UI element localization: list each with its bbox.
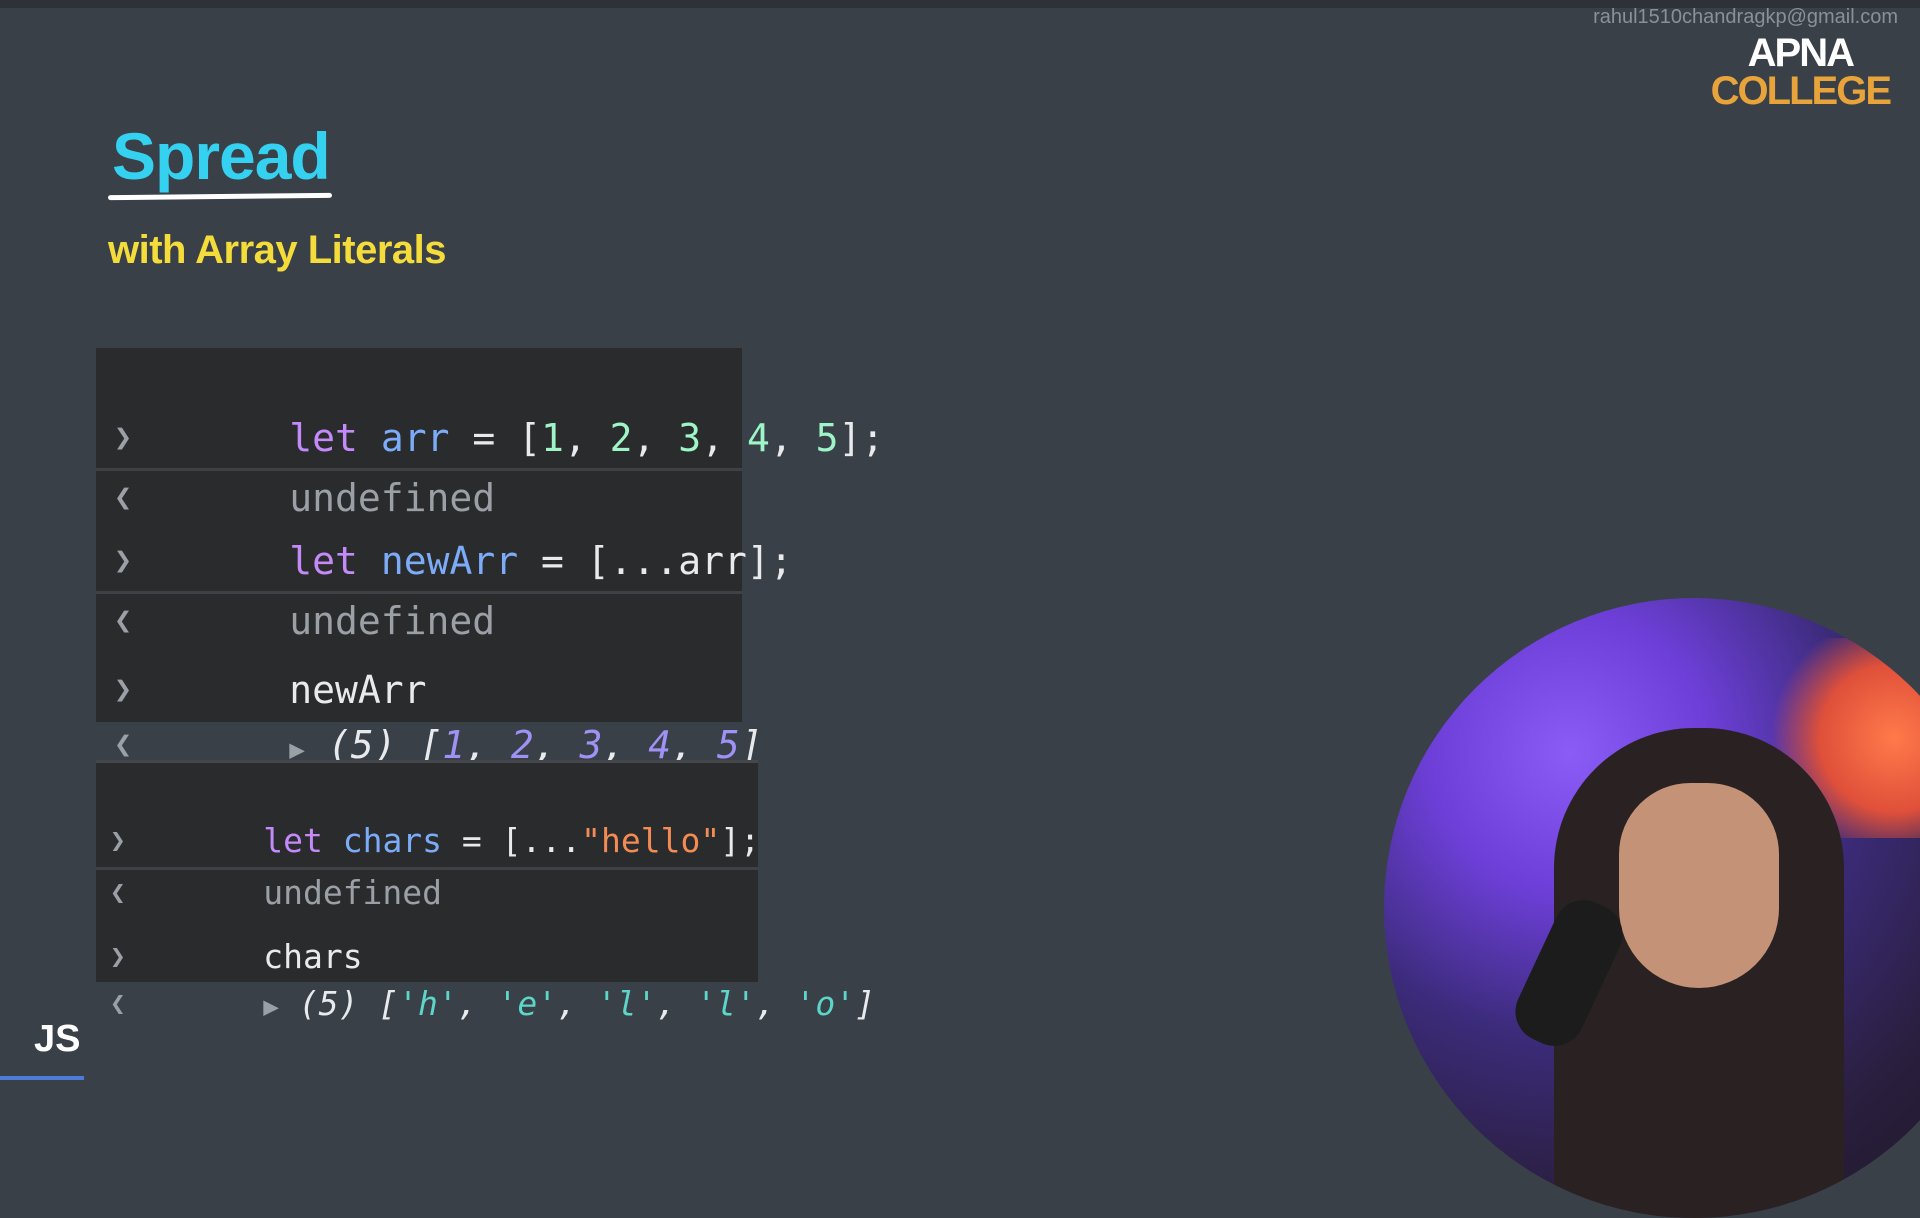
array-item: 'l': [696, 984, 756, 1023]
array-item: 'e': [497, 984, 558, 1023]
array-item: 'h': [398, 984, 458, 1023]
console-entry: ❯ let chars = [..."hello"]; ❮ undefined: [96, 763, 760, 912]
bracket: ];: [838, 416, 885, 460]
watermark-email: rahul1510chandragkp@gmail.com: [1593, 6, 1898, 28]
console-input-line: ❯ let arr = [1, 2, 3, 4, 5];: [96, 348, 884, 460]
array-item: 'l': [596, 984, 657, 1023]
console-input-line: ❯ let chars = [..."hello"];: [96, 763, 760, 860]
comma: ,: [656, 984, 697, 1023]
title-underline: [107, 192, 333, 201]
logo-line-2: COLLEGE: [1710, 69, 1892, 113]
console-entry: ❯ let arr = [1, 2, 3, 4, 5]; ❮ undefined: [96, 348, 884, 520]
slide-subtitle: with Array Literals: [108, 228, 447, 272]
comma: ,: [769, 416, 816, 460]
console-output-line: ❮ undefined: [96, 531, 742, 643]
bracket: ]: [855, 984, 876, 1023]
video-progress-bar[interactable]: [0, 1076, 84, 1080]
slide-title: Spread: [112, 119, 331, 193]
console-entry: ❯ chars ❮ ▶ (5) ['h', 'e', 'l', 'l', 'o']: [96, 870, 875, 1023]
console-output-line: ❮ undefined: [96, 815, 758, 912]
js-badge: JS: [34, 1018, 81, 1060]
console-output-line[interactable]: ❮ ▶ (5) [1, 2, 3, 4, 5]: [96, 658, 763, 767]
logo-line-1: APNA: [1747, 31, 1855, 75]
number-literal: 4: [746, 416, 770, 460]
number-literal: 5: [815, 416, 839, 460]
console-output-line: ❮ undefined: [96, 408, 742, 520]
comma: ,: [755, 984, 796, 1023]
apna-college-logo: APNA COLLEGE: [1710, 31, 1892, 113]
console-entry: ❯ let newArr = [...arr]; ❮ undefined: [96, 471, 793, 643]
expand-triangle-icon[interactable]: ▶: [263, 992, 279, 1022]
presenter-webcam: [1384, 598, 1920, 1218]
console-input-line: ❯ newArr: [96, 594, 742, 712]
comma: ,: [557, 984, 597, 1023]
presenter-face: [1619, 783, 1779, 988]
array-item: 'o': [795, 984, 856, 1023]
bracket: [: [378, 984, 399, 1023]
console-input-line: ❯ let newArr = [...arr];: [96, 471, 793, 583]
console-panel-2: ❯ let chars = [..."hello"]; ❮ undefined ❯ c…: [96, 760, 875, 1023]
array-length: (5): [298, 984, 359, 1023]
console-entry: ❯ newArr ❮ ▶ (5) [1, 2, 3, 4, 5]: [96, 594, 763, 767]
comma: ,: [457, 984, 498, 1023]
console-panel-1: ❯ let arr = [1, 2, 3, 4, 5]; ❮ undefined ❯…: [96, 348, 884, 767]
console-output-line[interactable]: ❮ ▶ (5) ['h', 'e', 'l', 'l', 'o']: [96, 926, 875, 1023]
console-input-line: ❯ chars: [96, 870, 758, 976]
chevron-left-icon: ❮: [110, 989, 126, 1019]
